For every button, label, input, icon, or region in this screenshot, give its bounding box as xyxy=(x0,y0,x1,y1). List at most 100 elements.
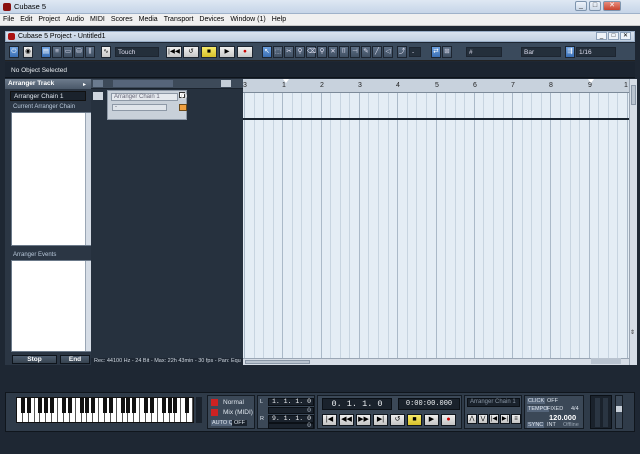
black-key[interactable] xyxy=(126,398,131,413)
time-warp-tool-icon[interactable]: ⊣ xyxy=(350,46,360,58)
zoom-vertical-icon[interactable]: ⇕ xyxy=(630,329,635,336)
black-key[interactable] xyxy=(44,398,49,413)
transport-go-end-button[interactable]: ▶| xyxy=(373,414,388,426)
black-key[interactable] xyxy=(132,398,137,413)
menu-midi[interactable]: MIDI xyxy=(87,14,108,23)
close-button[interactable]: ✕ xyxy=(603,1,621,11)
snap-bar-dropdown[interactable]: Bar xyxy=(521,47,561,57)
sync-label[interactable]: SYNC xyxy=(527,422,545,428)
grid-type-dropdown[interactable]: # xyxy=(466,47,502,57)
transport-record-button[interactable]: ● xyxy=(441,414,456,426)
arranger-mode-icon[interactable] xyxy=(179,104,187,111)
record-button[interactable]: ● xyxy=(237,46,253,58)
black-key[interactable] xyxy=(26,398,31,413)
horizontal-scroll-thumb[interactable] xyxy=(245,360,310,364)
transport-rewind-button[interactable]: ◀◀ xyxy=(339,414,354,426)
track-list-options-icon[interactable] xyxy=(221,80,231,87)
menu-help[interactable]: Help xyxy=(269,14,289,23)
automation-mode-dropdown[interactable]: Touch xyxy=(115,47,159,57)
black-key[interactable] xyxy=(50,398,55,413)
mute-tool-icon[interactable]: ✕ xyxy=(328,46,338,58)
horizontal-zoom-slider[interactable] xyxy=(591,358,621,364)
time-signature[interactable]: 4/4 xyxy=(571,406,579,412)
glue-tool-icon[interactable]: ⚲ xyxy=(295,46,305,58)
zoom-tool-icon[interactable]: ⚲ xyxy=(317,46,327,58)
black-key[interactable] xyxy=(38,398,43,413)
black-key[interactable] xyxy=(61,398,66,413)
black-key[interactable] xyxy=(108,398,113,413)
inspector-expand-icon[interactable]: ▸ xyxy=(83,81,86,88)
left-locator-icon[interactable]: L xyxy=(260,399,263,405)
black-key[interactable] xyxy=(161,398,166,413)
track-edit-icon[interactable] xyxy=(93,92,103,100)
stop-button[interactable]: ■ xyxy=(201,46,217,58)
arranger-next-button[interactable]: ⋁ xyxy=(478,414,488,424)
master-volume-fader[interactable] xyxy=(615,395,623,429)
menu-devices[interactable]: Devices xyxy=(196,14,227,23)
mixer-icon[interactable]: ⫼ xyxy=(85,46,95,58)
track-e-button-icon[interactable] xyxy=(181,93,187,99)
black-key[interactable] xyxy=(173,398,178,413)
black-key[interactable] xyxy=(91,398,96,413)
black-key[interactable] xyxy=(167,398,172,413)
tempo-mode[interactable]: FIXED xyxy=(547,406,563,412)
arranger-track[interactable]: Arranger Chain 1 - xyxy=(107,90,187,120)
inspector-toggle-icon[interactable]: ▤ xyxy=(41,46,51,58)
black-key[interactable] xyxy=(20,398,25,413)
activate-project-button[interactable]: ⏻ xyxy=(9,46,19,58)
keyboard-octave-slider[interactable] xyxy=(196,397,202,423)
arranger-first-button[interactable]: |◀ xyxy=(489,414,499,424)
transport-cycle-button[interactable]: ↺ xyxy=(390,414,405,426)
project-close-button[interactable]: ✕ xyxy=(620,32,631,40)
current-chain-list[interactable] xyxy=(11,112,91,246)
black-key[interactable] xyxy=(67,398,72,413)
transport-play-button[interactable]: ▶ xyxy=(424,414,439,426)
right-locator-marker[interactable] xyxy=(588,79,594,83)
vertical-scrollbar[interactable]: ⇕ xyxy=(629,79,637,365)
menu-edit[interactable]: Edit xyxy=(17,14,35,23)
mix-mode-label[interactable]: Mix (MIDI) xyxy=(223,409,253,416)
arranger-edit-button[interactable]: ≡ xyxy=(511,414,521,424)
right-locator-offset[interactable]: 0 xyxy=(268,422,314,429)
automation-icon[interactable]: ∿ xyxy=(101,46,111,58)
event-display[interactable] xyxy=(243,93,629,358)
maximize-button[interactable]: □ xyxy=(589,1,601,11)
line-tool-icon[interactable]: ╱ xyxy=(372,46,382,58)
transport-arranger-chain[interactable]: Arranger Chain 1 xyxy=(467,398,520,407)
menu-scores[interactable]: Scores xyxy=(108,14,136,23)
auto-q-value[interactable]: OFF xyxy=(232,420,247,426)
click-label[interactable]: CLICK xyxy=(527,398,546,404)
arranger-chain-selector[interactable]: Arranger Chain 1 xyxy=(10,91,86,101)
transport-forward-button[interactable]: ▶▶ xyxy=(356,414,371,426)
menu-project[interactable]: Project xyxy=(35,14,63,23)
arranger-track-sub-selector[interactable]: - xyxy=(112,104,167,111)
quantize-dropdown[interactable]: 1/16 xyxy=(576,47,616,57)
minimize-button[interactable]: _ xyxy=(575,1,587,11)
project-maximize-button[interactable]: □ xyxy=(608,32,619,40)
play-tool-icon[interactable]: ◁ xyxy=(383,46,393,58)
stop-mode-button[interactable]: Stop xyxy=(12,355,57,364)
arranger-events-list[interactable] xyxy=(11,260,91,352)
inspector-header[interactable]: Arranger Track xyxy=(5,79,91,89)
arranger-prev-button[interactable]: ⋀ xyxy=(467,414,477,424)
arranger-last-button[interactable]: ▶| xyxy=(500,414,510,424)
black-key[interactable] xyxy=(120,398,125,413)
left-locator-offset[interactable]: 0 xyxy=(268,407,314,414)
menu-media[interactable]: Media xyxy=(136,14,161,23)
black-key[interactable] xyxy=(144,398,149,413)
object-selection-tool-icon[interactable]: ↖ xyxy=(262,46,272,58)
draw-tool-icon[interactable]: ✎ xyxy=(361,46,371,58)
comp-tool-icon[interactable]: ⌷ xyxy=(339,46,349,58)
virtual-keyboard[interactable] xyxy=(16,397,194,423)
play-button[interactable]: ▶ xyxy=(219,46,235,58)
end-mode-button[interactable]: End xyxy=(60,355,90,364)
transport-stop-button[interactable]: ■ xyxy=(407,414,422,426)
range-selection-tool-icon[interactable]: ⬚ xyxy=(273,46,283,58)
black-key[interactable] xyxy=(79,398,84,413)
left-locator-display[interactable]: 1. 1. 1. 0 xyxy=(268,398,314,406)
overview-toggle-icon[interactable]: ▭ xyxy=(63,46,73,58)
cycle-button[interactable]: ↺ xyxy=(183,46,199,58)
tempo-label[interactable]: TEMPO xyxy=(527,406,549,412)
extra-dropdown[interactable]: - xyxy=(409,47,421,57)
menu-audio[interactable]: Audio xyxy=(63,14,87,23)
